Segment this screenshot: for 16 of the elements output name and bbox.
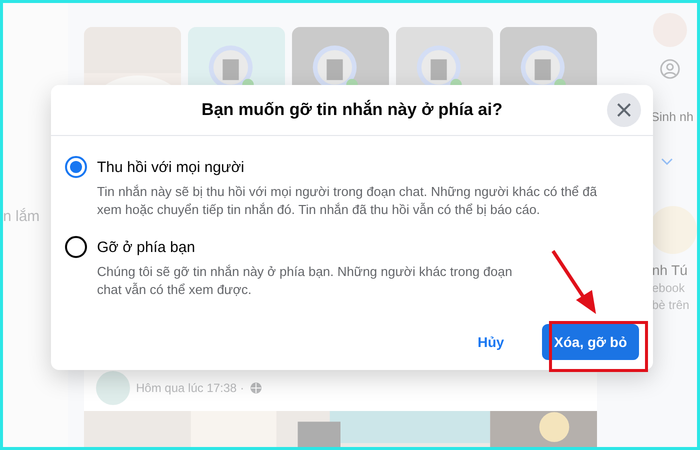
close-icon (616, 102, 632, 118)
sidebar-text: n lắm (3, 208, 41, 225)
close-button[interactable] (607, 93, 641, 127)
radio-button[interactable] (65, 236, 87, 258)
contact-detail: bè trên (652, 298, 690, 312)
radio-button[interactable] (65, 156, 87, 178)
dialog-title: Bạn muốn gỡ tin nhắn này ở phía ai? (202, 100, 502, 120)
option-label: Gỡ ở phía bạn (97, 238, 196, 256)
post-time: Hôm qua lúc 17:38 · (136, 381, 244, 395)
option-description: Chúng tôi sẽ gỡ tin nhắn này ở phía bạn. Những người khác trong đoạn chat vẫn có thể xem được. (97, 263, 514, 299)
remove-button[interactable]: Xóa, gỡ bỏ (542, 324, 639, 360)
contact-detail: ebook (652, 281, 685, 295)
contact-name: nh Tú (652, 262, 688, 278)
avatar (96, 371, 130, 405)
option-description: Tin nhắn này sẽ bị thu hồi với mọi người trong đoạn chat. Những người khác có thể đã xem hoặc chuyển tiếp tin nhắn đó. Tin nhắn đã thu hồi vẫn có thể bị báo cáo. (97, 183, 598, 219)
option-label: Thu hồi với mọi người (97, 158, 246, 176)
